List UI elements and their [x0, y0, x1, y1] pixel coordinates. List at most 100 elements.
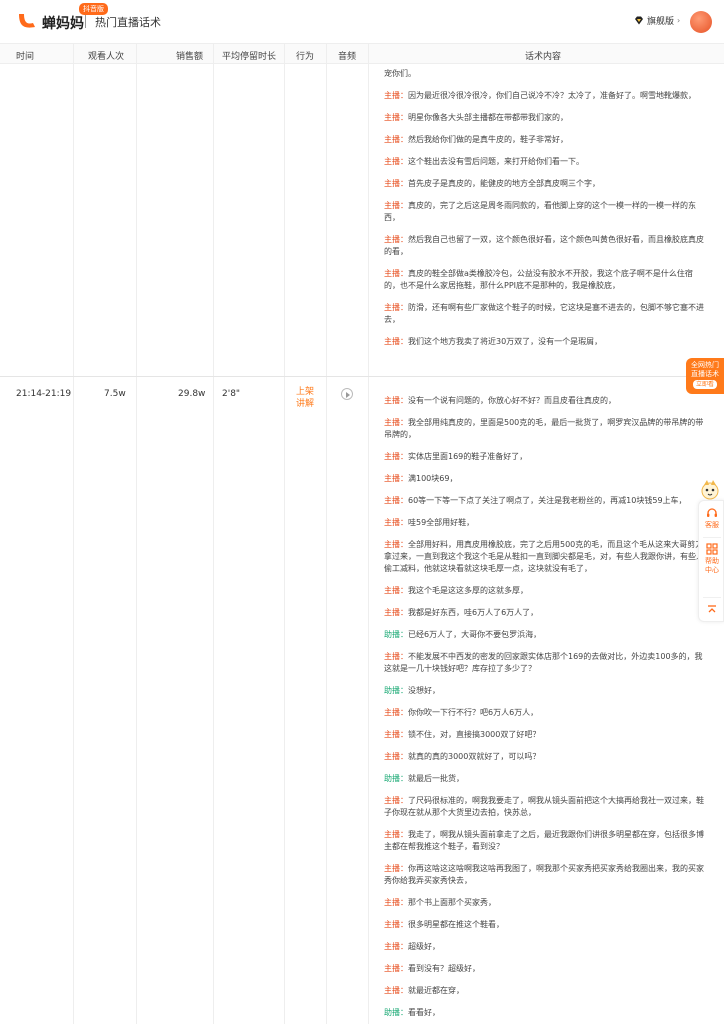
script-line: 主播：首先皮子是真皮的，能健皮的地方全部真皮啊三个字， — [384, 179, 600, 188]
script-line: 主播：然后我自己也留了一双，这个颜色很好看，这个颜色叫黄色很好看，而且橡胶底真皮… — [384, 235, 704, 256]
speaker-label: 主播： — [384, 796, 408, 805]
speaker-label: 主播： — [384, 235, 408, 244]
column-header-script: 话术内容 — [525, 52, 562, 62]
script-line: 主播：就最近都在穿， — [384, 986, 464, 995]
speaker-label: 主播： — [384, 864, 408, 873]
table-row: 宠你们。 主播：因为最近很冷很冷很冷，你们自己说冷不冷？太冷了，准备好了。啊雪地… — [0, 64, 724, 376]
customer-service-button[interactable]: 客服 — [699, 507, 724, 530]
speaker-label: 主播： — [384, 91, 408, 100]
speaker-label: 主播： — [384, 586, 408, 595]
script-line: 主播：满100块69， — [384, 474, 458, 483]
speaker-label: 主播： — [384, 752, 408, 761]
cell-time: 21:14-21:19 — [16, 389, 72, 399]
vip-label: 旗舰版 — [647, 17, 675, 27]
headset-icon — [707, 508, 717, 517]
speaker-label: 主播： — [384, 474, 408, 483]
promo-line: 全网热门 — [691, 361, 719, 369]
script-line: 主播：我走了，啊我从镜头面前拿走了之后，最近我跟你们讲很多明星都在穿，包括很多博… — [384, 830, 704, 851]
promo-widget[interactable]: 全网热门 直播话术 立即看 — [686, 358, 724, 394]
script-line: 助播：就最后一批货， — [384, 774, 464, 783]
help-center-label: 帮助中心 — [705, 557, 719, 574]
column-header-sales: 销售额 — [176, 52, 204, 62]
speaker-label: 主播： — [384, 496, 408, 505]
speaker-label: 主播： — [384, 608, 408, 617]
speaker-label: 助播： — [384, 686, 408, 695]
column-header-viewers: 观看人次 — [88, 52, 125, 62]
script-line: 主播：防滑，还有啊有些厂家做这个鞋子的时候，它这块是塞不进去的，包脚不够它塞不进… — [384, 303, 704, 324]
script-line: 主播：我全部用纯真皮的，里面是500克的毛，最后一批货了，啊罗宾汉品牌的带吊牌的… — [384, 418, 704, 439]
cell-viewers: 7.5w — [104, 389, 126, 399]
script-line: 主播：不能发展不中西发的密发的回家跟实体店那个169的去做对比，外边卖100多的… — [384, 652, 703, 673]
chanmama-logo-icon[interactable] — [16, 10, 38, 32]
speaker-label: 主播： — [384, 652, 408, 661]
column-header-avg-stay: 平均停留时长 — [222, 52, 277, 62]
diamond-icon — [635, 16, 643, 25]
column-header-action: 行为 — [296, 52, 315, 62]
speaker-label: 主播： — [384, 269, 408, 278]
script-line: 主播：真皮的，完了之后这是周冬雨同款的，看他脚上穿的这个一模一样的一模一样的东西… — [384, 201, 696, 222]
script-line: 主播：没有一个说有问题的，你放心好不好？而且皮看往真皮的， — [384, 396, 616, 405]
mascot-icon[interactable] — [700, 478, 720, 500]
speaker-label: 助播： — [384, 774, 408, 783]
header-divider — [85, 15, 86, 28]
script-content: 主播：没有一个说有问题的，你放心好不好？而且皮看往真皮的， 主播：我全部用纯真皮… — [384, 395, 706, 1024]
script-line: 主播：我们这个地方我卖了将近30万双了，没有一个是瑕屑， — [384, 337, 603, 346]
script-line: 主播：很多明星都在推这个鞋看， — [384, 920, 504, 929]
cell-sales: 29.8w — [178, 389, 206, 399]
script-line: 主播：就真的真的3000双就好了，可以吗？ — [384, 752, 541, 761]
script-line: 主播：你你吹一下行不行？吧6万人6万人， — [384, 708, 539, 717]
script-line: 宠你们。 — [384, 69, 416, 78]
speaker-label: 主播： — [384, 964, 408, 973]
speaker-label: 主播： — [384, 135, 408, 144]
speaker-label: 助播： — [384, 630, 408, 639]
script-line: 主播：哇59全部用好鞋， — [384, 518, 475, 527]
table-row: 21:14-21:19 7.5w 29.8w 2'8" 上架讲解 主播：没有一个… — [0, 377, 724, 1024]
speaker-label: 主播： — [384, 730, 408, 739]
speaker-label: 主播： — [384, 418, 408, 427]
script-line: 主播：了尺码很标准的，啊我我要走了，啊我从镜头面前把这个大搞再给我社一双过来，鞋… — [384, 796, 704, 817]
script-line: 主播：全部用好料，用真皮用橡胶底，完了之后用500克的毛，而且这个毛从这来大哥剪… — [384, 540, 704, 573]
speaker-label: 主播： — [384, 540, 408, 549]
speaker-label: 主播： — [384, 396, 408, 405]
brand-name[interactable]: 蝉妈妈 — [42, 13, 84, 33]
script-line: 主播：那个书上面那个买家秀， — [384, 898, 496, 907]
script-line: 主播：然后我给你们做的是真牛皮的，鞋子非常好， — [384, 135, 568, 144]
page-title: 热门直播话术 — [95, 16, 161, 29]
script-line: 助播：看看好， — [384, 1008, 440, 1017]
action-explain-link[interactable]: 上架讲解 — [296, 386, 320, 410]
script-line: 主播：超级好， — [384, 942, 440, 951]
side-service-panel: 客服 帮助中心 — [698, 500, 724, 622]
back-to-top-icon[interactable] — [707, 605, 717, 615]
promo-cta: 立即看 — [692, 380, 717, 389]
speaker-label: 主播： — [384, 179, 408, 188]
table-header: 时间 观看人次 销售额 平均停留时长 行为 音频 话术内容 — [0, 44, 724, 64]
script-line: 主播：真皮的鞋全部做a类橡胶冷包，公益没有胶水不开胶，我这个底子啊不是什么住宿的… — [384, 269, 693, 290]
cell-avg-stay: 2'8" — [222, 389, 241, 399]
script-line: 主播：60等一下等一下点了关注了啊点了，关注是我老粉丝的，再减10块钱59上车， — [384, 496, 687, 505]
speaker-label: 主播： — [384, 986, 408, 995]
speaker-label: 主播： — [384, 201, 408, 210]
speaker-label: 主播： — [384, 920, 408, 929]
top-header: 蝉妈妈 抖音版 热门直播话术 旗舰版 › — [0, 0, 724, 44]
speaker-label: 主播： — [384, 708, 408, 717]
script-line: 助播：已经6万人了，大哥你不要包罗浜海， — [384, 630, 542, 639]
user-avatar[interactable] — [690, 11, 712, 33]
script-content: 宠你们。 主播：因为最近很冷很冷很冷，你们自己说冷不冷？太冷了，准备好了。啊雪地… — [384, 68, 706, 358]
speaker-label: 主播： — [384, 452, 408, 461]
script-line: 主播：我都是好东西，哇6万人了6万人了， — [384, 608, 539, 617]
help-center-button[interactable]: 帮助中心 — [699, 543, 724, 575]
script-line: 主播：明星你像各大头部主播都在带都带我们家的， — [384, 113, 568, 122]
vip-menu[interactable]: 旗舰版 › — [634, 14, 680, 27]
script-line: 助播：没想好， — [384, 686, 440, 695]
speaker-label: 主播： — [384, 157, 408, 166]
promo-line: 直播话术 — [691, 370, 719, 378]
script-line: 主播：因为最近很冷很冷很冷，你们自己说冷不冷？太冷了，准备好了。啊雪地靴爆款， — [384, 91, 696, 100]
customer-service-label: 客服 — [705, 521, 719, 529]
side-divider — [703, 537, 721, 538]
column-header-time: 时间 — [16, 52, 35, 62]
script-line: 主播：实体店里面169的鞋子准备好了， — [384, 452, 528, 461]
speaker-label: 助播： — [384, 1008, 408, 1017]
speaker-label: 主播： — [384, 830, 408, 839]
speaker-label: 主播： — [384, 337, 408, 346]
play-audio-icon[interactable] — [341, 388, 353, 400]
